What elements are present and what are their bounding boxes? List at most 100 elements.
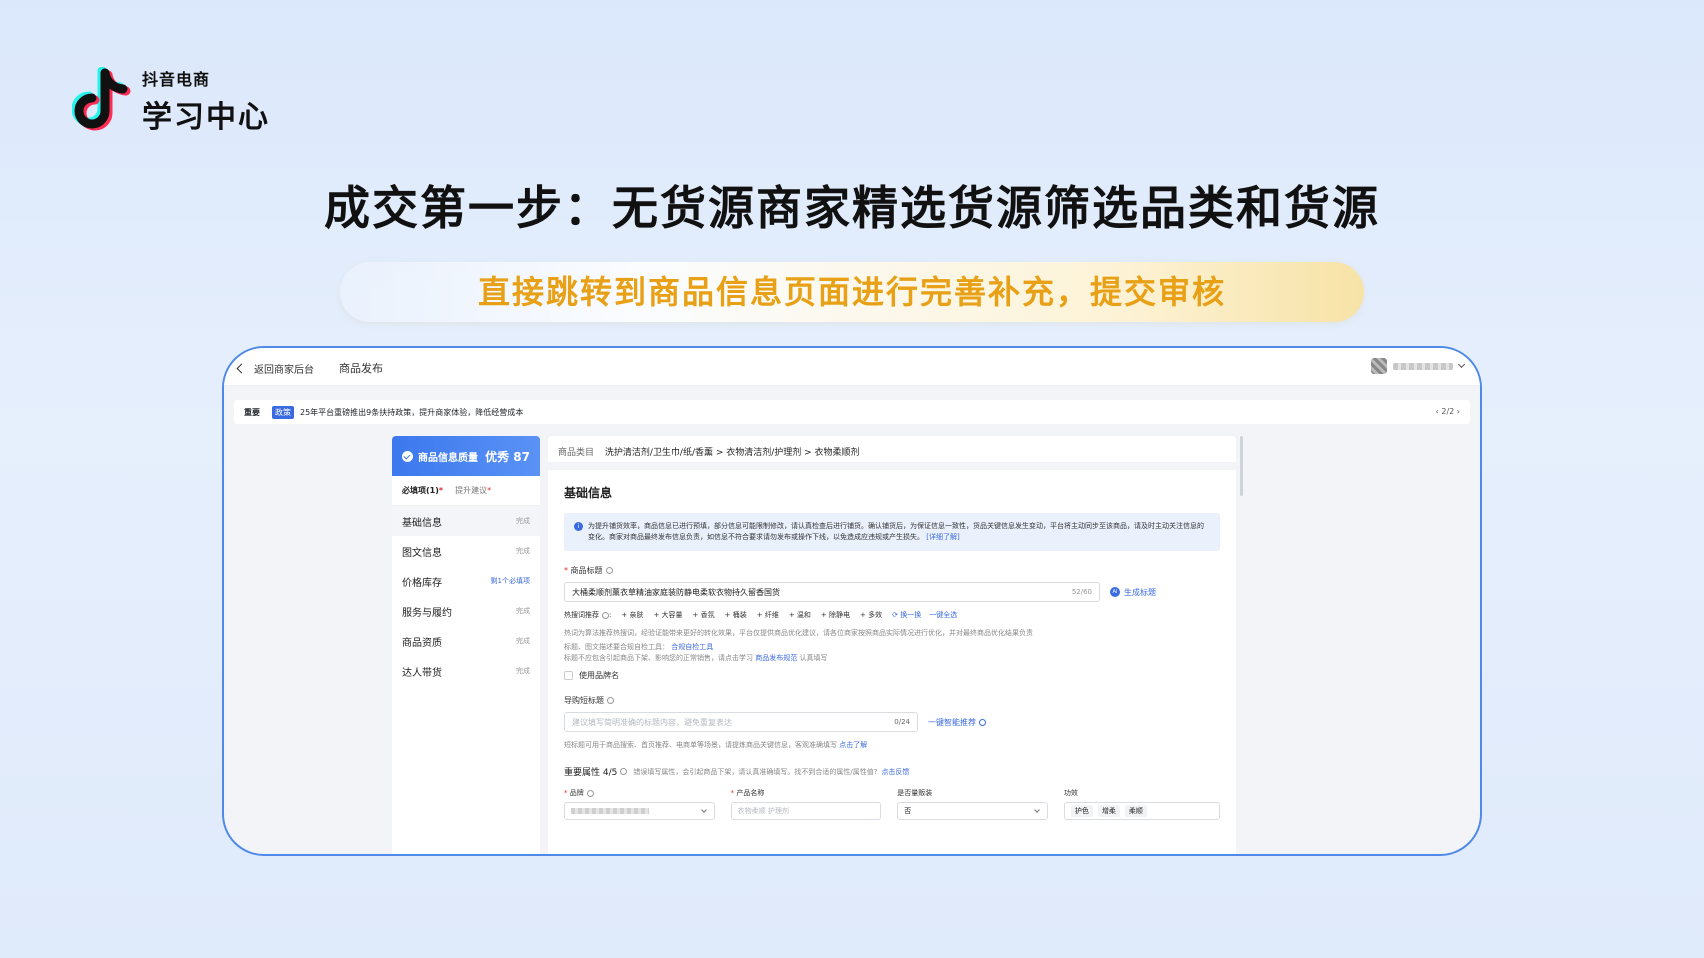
sidebar-item-qualification[interactable]: 商品资质 完成	[392, 626, 540, 656]
attributes-header: 重要属性 4/5 错误填写属性，会引起商品下架，请认真准确填写。找不到合适的属性…	[564, 765, 1220, 779]
brand-logo-block: 抖音电商 学习中心	[72, 66, 270, 136]
ai-icon: AI	[1110, 587, 1120, 597]
check-circle-icon	[402, 450, 413, 462]
short-title-count: 0/24	[894, 718, 910, 726]
sidebar-item-status: 完成	[516, 607, 530, 615]
effect-label: 功效	[1063, 789, 1078, 797]
sidebar-item-label: 基础信息	[402, 517, 442, 529]
score-value: 优秀 87	[485, 449, 530, 464]
page-title: 商品发布	[339, 362, 383, 375]
user-name-blurred	[1393, 362, 1453, 370]
product-form: 商品类目 洗护清洁剂/卫生巾/纸/香薰 > 衣物清洁剂/护理剂 > 衣物柔顺剂 …	[548, 436, 1236, 854]
hot-words-label: 热搜词推荐	[564, 611, 599, 619]
tab-suggest[interactable]: 提升建议*	[455, 485, 491, 496]
quality-sidebar: 商品信息质量 优秀 87 必填项(1)* 提升建议* 基础信息 完成 图文信息 …	[392, 436, 540, 854]
sidebar-item-status: 完成	[516, 637, 530, 645]
avatar	[1371, 358, 1387, 374]
hot-word-chip[interactable]: 桶装	[725, 610, 747, 620]
compliance-tool-link[interactable]: 合规自检工具	[671, 643, 713, 651]
score-label: 商品信息质量	[418, 452, 478, 464]
hot-word-chip[interactable]: 温和	[789, 610, 811, 620]
subtitle-banner: 直接跳转到商品信息页面进行完善补充，提交审核	[340, 262, 1364, 322]
refresh-hot-words-button[interactable]: ⟳ 换一换	[892, 610, 921, 620]
short-title-input[interactable]: 建议填写简明准确的标题内容，避免重复表达 0/24	[564, 712, 918, 732]
notice-pager[interactable]: ‹ 2/2 ›	[1436, 407, 1460, 416]
publish-rules-link[interactable]: 商品发布规范	[755, 654, 797, 662]
effect-tag[interactable]: 柔顺	[1124, 805, 1147, 817]
help-icon	[602, 611, 609, 619]
back-label: 返回商家后台	[254, 365, 314, 376]
hot-word-chip[interactable]: 除静电	[821, 610, 850, 620]
tab-required[interactable]: 必填项(1)*	[402, 485, 443, 496]
effect-tag[interactable]: 增柔	[1097, 805, 1120, 817]
hot-word-chip[interactable]: 香氛	[693, 610, 715, 620]
help-icon	[620, 768, 628, 775]
tiktok-note-icon	[72, 67, 131, 131]
info-text: 为提升铺货效率，商品信息已进行预填，部分信息可能限制修改，请认真检查后进行铺货。…	[588, 522, 1204, 541]
brand-attr-label: * 品牌	[564, 788, 715, 798]
product-name-input[interactable]: 衣物柔顺 护理剂	[730, 802, 882, 820]
brand-select[interactable]	[564, 802, 715, 820]
scrollbar[interactable]	[1240, 436, 1243, 496]
info-icon: i	[574, 522, 583, 531]
notice-text[interactable]: 25年平台重磅推出9条扶持政策，提升商家体验，降低经营成本	[300, 407, 523, 418]
product-name-placeholder: 衣物柔顺 护理剂	[737, 807, 789, 815]
sidebar-item-label: 达人带货	[402, 667, 442, 679]
breadcrumb-path[interactable]: 洗护清洁剂/卫生巾/纸/香薰 > 衣物清洁剂/护理剂 > 衣物柔顺剂	[605, 448, 860, 458]
hot-word-chip[interactable]: 亲肤	[621, 610, 643, 620]
sidebar-item-basic[interactable]: 基础信息 完成	[392, 506, 540, 536]
attributes-grid: * 品牌 * 产品名称 衣物柔顺 护理剂 是否量贩装 否 功效 护色 增柔 柔顺	[564, 788, 1220, 820]
use-brand-checkbox[interactable]: 使用品牌名	[564, 670, 1220, 681]
info-alert: i 为提升铺货效率，商品信息已进行预填，部分信息可能限制修改，请认真检查后进行铺…	[564, 513, 1220, 551]
sidebar-item-price[interactable]: 价格库存 剩1个必填项	[392, 566, 540, 596]
section-title: 基础信息	[564, 486, 613, 500]
notice-badge: 政策	[272, 405, 294, 419]
use-brand-label: 使用品牌名	[579, 671, 619, 680]
attributes-hint: 错误填写属性，会引起商品下架，请认真准确填写。找不到合适的属性/属性值?	[633, 767, 878, 776]
sidebar-item-influencer[interactable]: 达人带货 完成	[392, 656, 540, 686]
short-title-placeholder: 建议填写简明准确的标题内容，避免重复表达	[572, 717, 732, 727]
info-link[interactable]: [详细了解]	[926, 533, 959, 541]
quantity-value: 否	[904, 807, 912, 815]
title-char-count: 52/60	[1071, 588, 1092, 596]
hot-word-chip[interactable]: 多效	[860, 610, 882, 620]
back-button[interactable]: 返回商家后台	[236, 361, 314, 376]
hot-word-chip[interactable]: 大容量	[653, 610, 683, 620]
sidebar-item-label: 服务与履约	[402, 607, 452, 619]
generate-title-label: 生成标题	[1124, 587, 1156, 597]
sidebar-item-status: 完成	[516, 667, 530, 675]
product-title-input[interactable]: 大桶柔顺剂薰衣草精油家庭装防静电柔软衣物持久留香国货 52/60	[564, 582, 1100, 602]
top-bar: 返回商家后台 商品发布	[224, 348, 1480, 386]
notice-bar[interactable]: 重要 政策 25年平台重磅推出9条扶持政策，提升商家体验，降低经营成本 ‹ 2/…	[234, 400, 1470, 424]
app-screenshot-frame: 返回商家后台 商品发布 重要 政策 25年平台重磅推出9条扶持政策，提升商家体验…	[222, 346, 1482, 856]
checkbox[interactable]	[564, 671, 573, 680]
chevron-down-icon	[700, 807, 707, 813]
sidebar-item-label: 图文信息	[402, 547, 442, 559]
generate-title-button[interactable]: AI 生成标题	[1110, 587, 1156, 598]
brand-value-blurred	[571, 808, 649, 814]
smart-recommend-button[interactable]: 一键智能推荐	[928, 717, 986, 728]
help-icon	[586, 789, 594, 797]
feedback-link[interactable]: 点击反馈	[881, 767, 909, 777]
attributes-title: 重要属性 4/5	[564, 768, 618, 778]
sidebar-item-service[interactable]: 服务与履约 完成	[392, 596, 540, 626]
sidebar-item-status: 剩1个必填项	[490, 577, 530, 585]
effect-multiselect[interactable]: 护色 增柔 柔顺	[1063, 802, 1220, 820]
quantity-select[interactable]: 否	[897, 802, 1048, 820]
sidebar-item-status: 完成	[516, 517, 530, 525]
effect-tag[interactable]: 护色	[1070, 805, 1093, 817]
product-name-label: * 产品名称	[730, 789, 765, 797]
user-menu[interactable]	[1371, 358, 1466, 374]
select-all-button[interactable]: 一键全选	[929, 610, 957, 620]
brand-subtitle: 抖音电商	[142, 70, 211, 89]
learn-more-link[interactable]: 点击了解	[839, 741, 867, 749]
compliance-note: 标题、图文描述要合规自检工具： 合规自检工具 标题不应包含引起商品下架、影响您的…	[564, 643, 828, 662]
page-headline: 成交第一步：无货源商家精选货源筛选品类和货源	[324, 181, 1380, 235]
hot-word-chip[interactable]: 纤维	[757, 610, 779, 620]
sidebar-item-graphic[interactable]: 图文信息 完成	[392, 536, 540, 566]
help-icon	[605, 567, 613, 574]
chevron-left-icon	[236, 363, 247, 374]
sidebar-tabs: 必填项(1)* 提升建议*	[392, 476, 540, 506]
breadcrumb-label: 商品类目	[558, 448, 595, 458]
brand-title: 学习中心	[142, 100, 270, 135]
